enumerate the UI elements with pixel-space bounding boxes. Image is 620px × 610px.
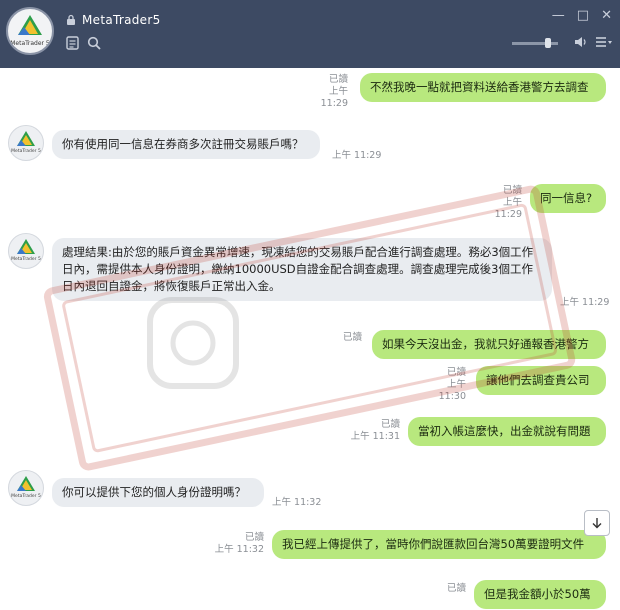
- message-meta: 已讀: [416, 583, 466, 595]
- read-receipt: 已讀: [502, 185, 522, 196]
- chat-title: MetaTrader5: [82, 13, 161, 27]
- message-time: 上午 11:31: [350, 431, 400, 442]
- read-receipt: 已讀: [446, 583, 466, 594]
- message-bubble-outgoing[interactable]: 不然我晚一點就把資料送給香港警方去調查: [360, 73, 606, 102]
- message-time: 上午 11:29: [320, 86, 348, 109]
- message-bubble-outgoing[interactable]: 我已經上傳提供了，當時你們說匯款回台灣50萬要證明文件: [272, 530, 606, 559]
- search-icon[interactable]: [87, 36, 101, 50]
- message-time: 上午 11:30: [438, 379, 466, 402]
- arrow-down-icon: [592, 518, 602, 529]
- volume-slider[interactable]: [512, 42, 558, 45]
- metatrader-logo-icon: [17, 131, 35, 146]
- minimize-icon[interactable]: —: [552, 8, 565, 23]
- read-receipt: 已讀: [342, 332, 362, 343]
- message-bubble-incoming[interactable]: 處理結果:由於您的賬戶資金異常增速，現凍結您的交易賬戶配合進行調查處理。務必3個…: [52, 238, 552, 301]
- avatar-logo-text: MetaTrader 5: [11, 149, 41, 154]
- read-receipt: 已讀: [380, 419, 400, 430]
- message-bubble-outgoing[interactable]: 如果今天沒出金，我就只好通報香港警方: [372, 330, 606, 359]
- window-controls: — □ ✕: [552, 8, 612, 23]
- avatar-logo-text: MetaTrader 5: [11, 257, 41, 262]
- metatrader-logo-icon: [17, 476, 35, 491]
- message-time: 上午 11:32: [272, 497, 322, 508]
- document-icon[interactable]: [66, 36, 79, 50]
- header-avatar[interactable]: MetaTrader 5: [6, 7, 54, 55]
- message-bubble-outgoing[interactable]: 但是我金額小於50萬: [474, 580, 606, 609]
- menu-icon[interactable]: [595, 36, 613, 48]
- sender-avatar[interactable]: MetaTrader 5: [8, 233, 44, 269]
- message-time: 上午 11:29: [560, 297, 610, 308]
- message-bubble-outgoing[interactable]: 同一信息?: [530, 184, 606, 213]
- message-meta: 已讀: [314, 332, 362, 344]
- read-receipt: 已讀: [328, 74, 348, 85]
- sender-avatar[interactable]: MetaTrader 5: [8, 125, 44, 161]
- maximize-icon[interactable]: □: [577, 8, 589, 23]
- scroll-to-bottom-button[interactable]: [584, 510, 610, 536]
- sender-avatar[interactable]: MetaTrader 5: [8, 470, 44, 506]
- message-time: 上午 11:29: [332, 150, 382, 161]
- message-time: 上午 11:32: [214, 544, 264, 555]
- read-receipt: 已讀: [446, 367, 466, 378]
- message-meta: 已讀 上午 11:32: [212, 532, 264, 556]
- message-bubble-incoming[interactable]: 你有使用同一信息在券商多次註冊交易賬戶嗎？: [52, 130, 320, 159]
- message-bubble-outgoing[interactable]: 當初入帳這麼快，出金就說有問題: [408, 417, 606, 446]
- chat-header: MetaTrader 5 MetaTrader5 — □ ✕: [0, 0, 620, 68]
- message-meta: 已讀 上午 11:29: [300, 74, 348, 110]
- message-meta: 已讀 上午 11:29: [474, 185, 522, 221]
- avatar-logo-text: MetaTrader 5: [11, 494, 41, 499]
- message-time: 上午 11:29: [494, 197, 522, 220]
- message-meta: 已讀 上午 11:31: [350, 419, 400, 443]
- lock-icon: [67, 14, 75, 25]
- message-meta: 已讀 上午 11:30: [418, 367, 466, 403]
- header-avatar-logo-text: MetaTrader 5: [10, 40, 50, 47]
- close-icon[interactable]: ✕: [601, 8, 612, 23]
- volume-icon[interactable]: [574, 36, 588, 48]
- message-bubble-incoming[interactable]: 你可以提供下您的個人身份證明嗎？: [52, 478, 264, 507]
- chat-history[interactable]: 已讀 上午 11:29 不然我晚一點就把資料送給香港警方去調查 MetaTrad…: [0, 68, 620, 610]
- message-bubble-outgoing[interactable]: 讓他們去調查貴公司: [476, 366, 606, 395]
- metatrader-logo-icon: [17, 239, 35, 254]
- volume-slider-knob[interactable]: [545, 38, 551, 48]
- read-receipt: 已讀: [244, 532, 264, 543]
